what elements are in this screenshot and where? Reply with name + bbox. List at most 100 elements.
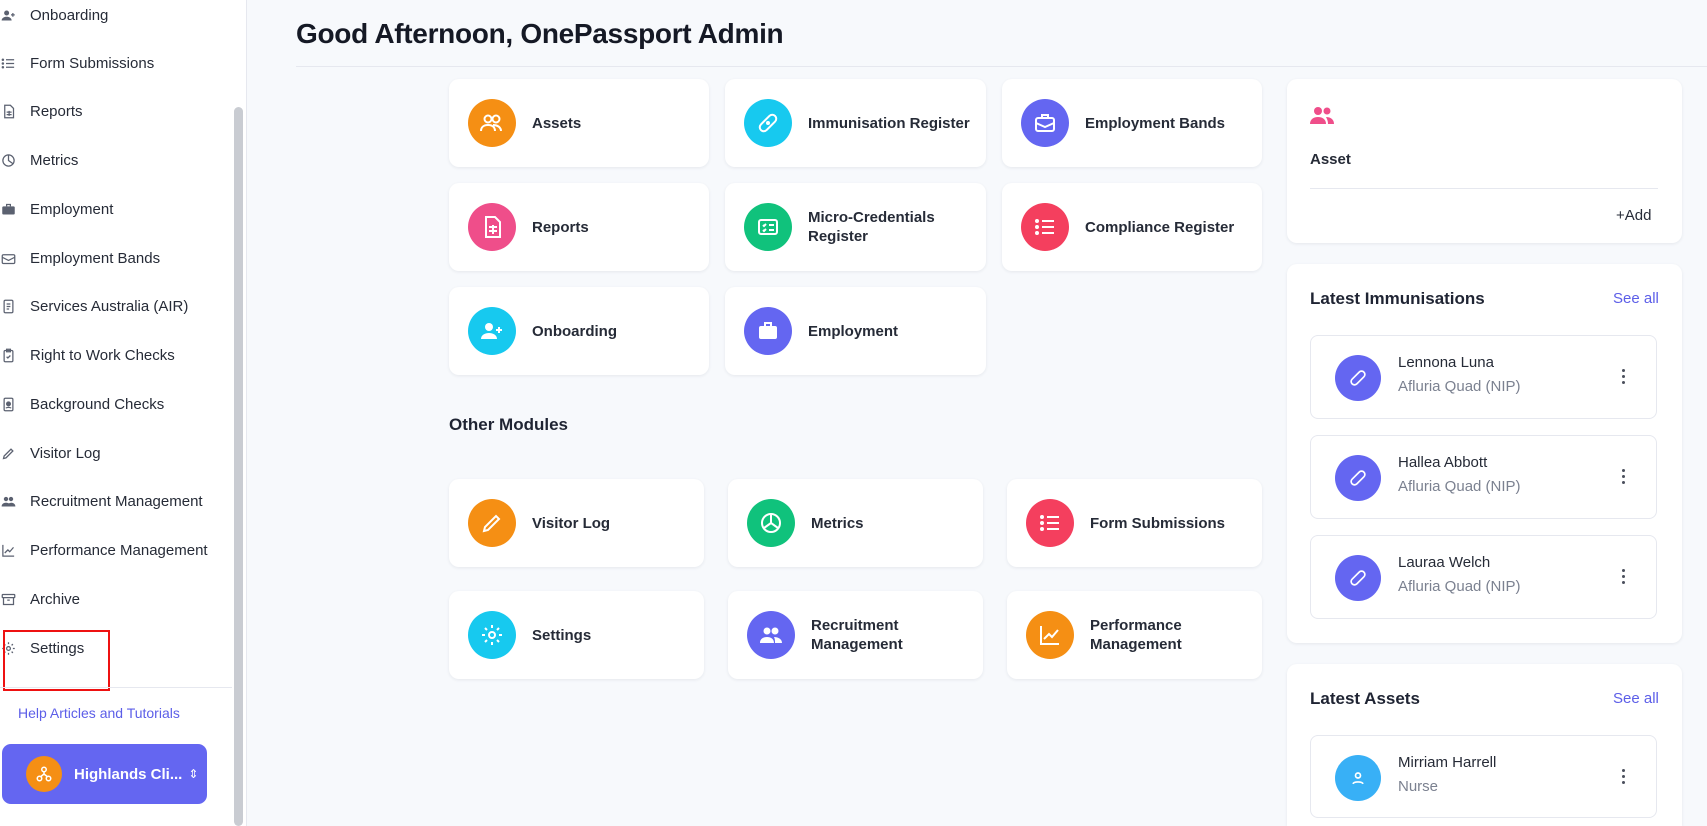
sidebar-item-visitor-log[interactable]: Visitor Log <box>0 438 230 468</box>
id-badge-icon <box>0 394 18 414</box>
module-card-label: Employment Bands <box>1085 114 1226 132</box>
sidebar-item-performance[interactable]: Performance Management <box>0 535 230 565</box>
list-item[interactable]: Lennona Luna Afluria Quad (NIP) <box>1310 335 1657 419</box>
module-card-employment-bands[interactable]: Employment Bands <box>1002 79 1262 167</box>
credential-icon <box>744 203 792 251</box>
sidebar-item-label: Metrics <box>30 151 79 169</box>
report-icon <box>468 203 516 251</box>
sidebar-divider <box>0 687 232 688</box>
help-articles-link[interactable]: Help Articles and Tutorials <box>18 705 180 721</box>
briefcase-icon <box>744 307 792 355</box>
document-icon <box>0 296 18 316</box>
header-divider <box>296 66 1707 67</box>
bandage-icon <box>1335 355 1381 401</box>
sidebar-item-label: Reports <box>30 102 83 120</box>
module-card-label: Metrics <box>811 514 864 532</box>
users-icon <box>1310 105 1334 130</box>
list-item[interactable]: Hallea Abbott Afluria Quad (NIP) <box>1310 435 1657 519</box>
briefcase-icon <box>0 199 18 219</box>
add-label: Add <box>1624 207 1652 224</box>
module-card-label: Form Submissions <box>1090 514 1226 532</box>
add-asset-button[interactable]: +Add <box>1616 207 1651 224</box>
sidebar-item-label: Visitor Log <box>30 444 101 462</box>
module-card-metrics[interactable]: Metrics <box>728 479 983 567</box>
sidebar-item-label: Archive <box>30 590 81 608</box>
sidebar-item-label: Right to Work Checks <box>30 346 175 364</box>
users-icon <box>0 491 18 511</box>
kebab-menu-icon[interactable] <box>1618 364 1628 388</box>
kebab-menu-icon[interactable] <box>1618 564 1628 588</box>
sidebar-item-services-australia[interactable]: Services Australia (AIR) <box>0 291 230 321</box>
archive-icon <box>0 589 18 609</box>
immunisation-vaccine: Afluria Quad (NIP) <box>1398 478 1521 495</box>
sidebar-item-right-to-work[interactable]: Right to Work Checks <box>0 340 230 370</box>
module-card-assets[interactable]: Assets <box>449 79 709 167</box>
see-all-immunisations-link[interactable]: See all <box>1613 290 1659 307</box>
module-card-label: Compliance Register <box>1085 218 1235 236</box>
sidebar-item-form-submissions[interactable]: Form Submissions <box>0 48 230 78</box>
users-icon <box>468 99 516 147</box>
organization-name: Highlands Cli... <box>74 765 183 783</box>
kebab-menu-icon[interactable] <box>1618 764 1628 788</box>
sidebar-item-label: Recruitment Management <box>30 492 203 510</box>
module-card-label: Immunisation Register <box>808 114 970 132</box>
trend-chart-icon <box>0 540 18 560</box>
module-card-reports[interactable]: Reports <box>449 183 709 271</box>
module-card-label: Performance Management <box>1090 617 1182 653</box>
sidebar-item-recruitment[interactable]: Recruitment Management <box>0 486 230 516</box>
sidebar-item-metrics[interactable]: Metrics <box>0 145 230 175</box>
sidebar-item-reports[interactable]: Reports <box>0 96 230 126</box>
module-card-visitor-log[interactable]: Visitor Log <box>449 479 704 567</box>
kebab-menu-icon[interactable] <box>1618 464 1628 488</box>
users-icon <box>747 611 795 659</box>
immunisation-person-name: Hallea Abbott <box>1398 454 1488 471</box>
module-card-label: Reports <box>532 218 589 236</box>
immunisation-person-name: Lennona Luna <box>1398 354 1494 371</box>
asset-person-role: Nurse <box>1398 778 1439 795</box>
module-card-employment[interactable]: Employment <box>725 287 986 375</box>
list-item[interactable]: Mirriam Harrell Nurse <box>1310 735 1657 818</box>
page-title: Good Afternoon, OnePassport Admin <box>296 18 784 49</box>
module-card-label: Onboarding <box>532 322 617 340</box>
sidebar-item-label: Services Australia (AIR) <box>30 297 189 315</box>
sidebar-item-employment[interactable]: Employment <box>0 194 230 224</box>
sidebar-item-label: Onboarding <box>30 6 109 24</box>
other-modules-title: Other Modules <box>449 415 569 434</box>
module-card-settings[interactable]: Settings <box>449 591 704 679</box>
module-card-compliance-register[interactable]: Compliance Register <box>1002 183 1262 271</box>
module-card-form-submissions[interactable]: Form Submissions <box>1007 479 1262 567</box>
bandage-icon <box>744 99 792 147</box>
sidebar-scrollbar[interactable] <box>234 107 243 826</box>
sidebar-item-label: Employment <box>30 200 114 218</box>
list-icon <box>1021 203 1069 251</box>
immunisation-vaccine: Afluria Quad (NIP) <box>1398 378 1521 395</box>
user-plus-icon <box>0 5 18 25</box>
sidebar-item-label: Background Checks <box>30 395 165 413</box>
latest-assets-title: Latest Assets <box>1310 689 1420 708</box>
module-card-recruitment[interactable]: Recruitment Management <box>728 591 983 679</box>
module-card-label: Recruitment Management <box>811 617 903 653</box>
organization-switcher[interactable]: Highlands Cli... ⇕ <box>2 744 207 804</box>
pencil-icon <box>0 443 18 463</box>
user-icon <box>1335 755 1381 801</box>
see-all-assets-link[interactable]: See all <box>1613 690 1659 707</box>
module-card-label: Employment <box>808 322 899 340</box>
sidebar: Onboarding Form Submissions Reports Metr… <box>0 0 247 826</box>
module-card-micro-credentials[interactable]: Micro-Credentials Register <box>725 183 986 271</box>
plus-icon: + <box>1616 207 1625 224</box>
latest-immunisations-title: Latest Immunisations <box>1310 289 1485 308</box>
module-card-performance[interactable]: Performance Management <box>1007 591 1262 679</box>
sidebar-item-background-checks[interactable]: Background Checks <box>0 389 230 419</box>
list-item[interactable]: Lauraa Welch Afluria Quad (NIP) <box>1310 535 1657 619</box>
sidebar-item-archive[interactable]: Archive <box>0 584 230 614</box>
module-card-onboarding[interactable]: Onboarding <box>449 287 709 375</box>
immunisation-vaccine: Afluria Quad (NIP) <box>1398 578 1521 595</box>
chevron-up-down-icon: ⇕ <box>188 767 199 781</box>
sidebar-item-onboarding[interactable]: Onboarding <box>0 0 230 30</box>
module-card-label: Micro-Credentials Register <box>808 209 935 245</box>
sidebar-item-label: Employment Bands <box>30 249 161 267</box>
envelope-icon <box>0 248 18 268</box>
sidebar-item-employment-bands[interactable]: Employment Bands <box>0 243 230 273</box>
module-card-label: Settings <box>532 626 592 644</box>
module-card-immunisation-register[interactable]: Immunisation Register <box>725 79 986 167</box>
